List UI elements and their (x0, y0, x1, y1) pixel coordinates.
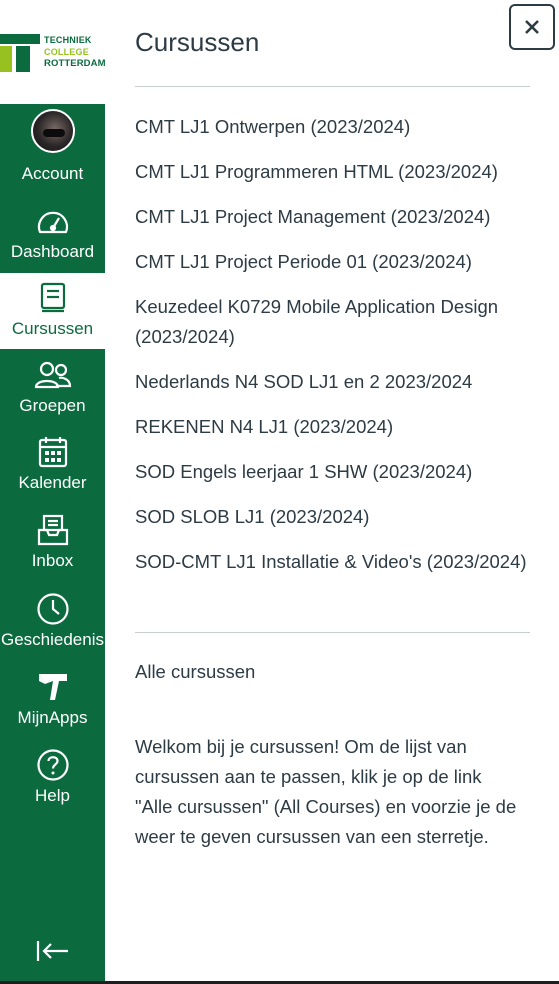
nav-item-inbox[interactable]: Inbox (0, 505, 105, 581)
nav-label-account: Account (21, 164, 84, 183)
school-logo[interactable]: TECHNIEK COLLEGE ROTTERDAM (0, 0, 105, 104)
nav-item-history[interactable]: Geschiedenis (0, 584, 105, 660)
tray-title: Cursussen (135, 27, 260, 57)
logo-text: TECHNIEK COLLEGE ROTTERDAM (44, 34, 106, 70)
question-icon (0, 748, 105, 782)
arrow-collapse-icon (36, 941, 68, 961)
inbox-icon (0, 513, 105, 547)
nav-item-groups[interactable]: Groepen (0, 350, 105, 426)
course-link[interactable]: SOD SLOB LJ1 (2023/2024) (135, 502, 535, 532)
calendar-icon (0, 435, 105, 469)
speedometer-icon (0, 204, 105, 238)
logo-line-2: COLLEGE (44, 47, 89, 57)
nav-label-apps: MijnApps (17, 708, 88, 727)
logo-line-3: ROTTERDAM (44, 58, 106, 69)
people-icon (0, 358, 105, 392)
course-link[interactable]: REKENEN N4 LJ1 (2023/2024) (135, 412, 535, 442)
nav-label-groups: Groepen (19, 396, 86, 415)
nav-item-calendar[interactable]: Kalender (0, 427, 105, 503)
nav-item-help[interactable]: Help (0, 740, 105, 816)
logo-line-1: TECHNIEK (44, 35, 92, 45)
course-link[interactable]: CMT LJ1 Programmeren HTML (2023/2024) (135, 157, 535, 187)
nav-label-history: Geschiedenis (0, 630, 104, 649)
all-courses-link[interactable]: Alle cursussen (135, 657, 255, 687)
course-link[interactable]: CMT LJ1 Project Management (2023/2024) (135, 202, 535, 232)
nav-item-courses[interactable]: Cursussen (0, 273, 105, 349)
nav-label-courses: Cursussen (11, 319, 94, 338)
divider (135, 632, 530, 633)
nav-label-calendar: Kalender (18, 473, 87, 492)
nav-label-help: Help (35, 786, 70, 805)
nav-item-apps[interactable]: MijnApps (0, 662, 105, 738)
global-nav-sidebar: TECHNIEK COLLEGE ROTTERDAM Account Dashb… (0, 0, 105, 984)
course-link[interactable]: SOD Engels leerjaar 1 SHW (2023/2024) (135, 457, 535, 487)
nav-item-dashboard[interactable]: Dashboard (0, 196, 105, 272)
course-list: CMT LJ1 Ontwerpen (2023/2024) CMT LJ1 Pr… (135, 112, 535, 592)
clock-icon (0, 592, 105, 626)
course-link[interactable]: CMT LJ1 Project Periode 01 (2023/2024) (135, 247, 535, 277)
course-link[interactable]: CMT LJ1 Ontwerpen (2023/2024) (135, 112, 535, 142)
nav-label-dashboard: Dashboard (10, 242, 95, 261)
welcome-text: Welkom bij je cursussen! Om de lijst van… (135, 736, 517, 847)
close-tray-button[interactable] (509, 4, 555, 50)
course-link[interactable]: SOD-CMT LJ1 Installatie & Video's (2023/… (135, 547, 535, 577)
book-icon (0, 281, 105, 315)
nav-item-account[interactable]: Account (0, 108, 105, 184)
courses-tray: Cursussen CMT LJ1 Ontwerpen (2023/2024) … (105, 0, 559, 984)
logo-mark-icon (0, 34, 40, 72)
collapse-nav-button[interactable] (36, 936, 70, 966)
nav-label-inbox: Inbox (31, 551, 74, 570)
course-link[interactable]: Keuzedeel K0729 Mobile Application Desig… (135, 292, 535, 352)
apps-logo-icon (0, 670, 105, 704)
close-icon (525, 20, 539, 34)
avatar (30, 109, 75, 153)
divider (135, 86, 530, 87)
course-link[interactable]: Nederlands N4 SOD LJ1 en 2 2023/2024 (135, 367, 535, 397)
